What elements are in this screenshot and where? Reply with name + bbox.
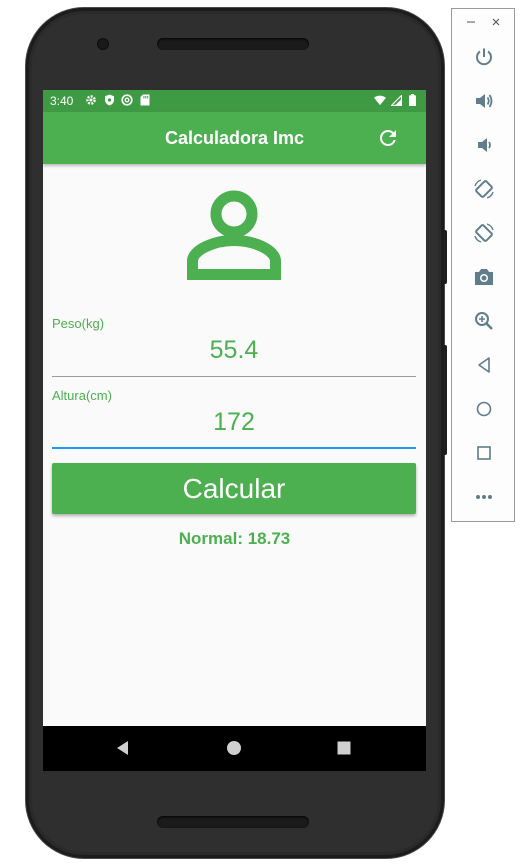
more-icon[interactable] <box>472 485 496 509</box>
status-time: 3:40 <box>50 94 74 108</box>
status-bar: 3:40 <box>43 90 426 112</box>
volume-up-icon[interactable] <box>472 89 496 113</box>
person-outline-icon <box>184 188 284 284</box>
app-bar: Calculadora Imc <box>43 112 426 164</box>
app-title: Calculadora Imc <box>164 128 305 148</box>
bmi-result-text: Normal: 18.73 <box>178 529 291 548</box>
settings-gear-icon <box>85 93 97 107</box>
sync-circle-icon <box>121 93 133 107</box>
close-icon[interactable] <box>491 16 501 30</box>
recents-icon <box>337 741 351 755</box>
front-camera <box>97 38 109 50</box>
battery-icon <box>406 93 418 107</box>
home-icon <box>227 741 241 755</box>
app-screen: 3:40 Calculadora Imc Peso(kg) 55.4 Altur… <box>43 90 426 771</box>
power-side-button <box>442 230 447 284</box>
emulator-toolbar <box>451 8 515 522</box>
signal-icon <box>390 93 402 107</box>
rotate-left-icon[interactable] <box>472 177 496 201</box>
nav-home-button[interactable] <box>224 738 244 758</box>
height-field[interactable]: Altura(cm) 172 <box>52 388 416 450</box>
nav-recents-button[interactable] <box>334 738 354 758</box>
weight-underline <box>52 376 416 377</box>
calculate-button[interactable]: Calcular <box>52 463 416 514</box>
height-input[interactable]: 172 <box>52 408 416 437</box>
back-icon[interactable] <box>472 353 496 377</box>
volume-side-button <box>442 345 447 455</box>
height-underline-focused <box>52 447 416 449</box>
refresh-icon <box>379 129 396 146</box>
power-icon[interactable] <box>472 45 496 69</box>
rotate-right-icon[interactable] <box>472 221 496 245</box>
screenshot-icon[interactable] <box>472 265 496 289</box>
weight-field[interactable]: Peso(kg) 55.4 <box>52 316 416 378</box>
shield-icon <box>103 93 115 107</box>
top-speaker <box>157 38 309 50</box>
bottom-speaker <box>157 816 309 828</box>
zoom-icon[interactable] <box>472 309 496 333</box>
weight-input[interactable]: 55.4 <box>52 336 416 365</box>
volume-down-icon[interactable] <box>472 133 496 157</box>
height-label: Altura(cm) <box>52 388 112 403</box>
sd-card-icon <box>139 93 151 107</box>
wifi-icon <box>374 93 386 107</box>
nav-back-button[interactable] <box>113 738 133 758</box>
status-system-icons <box>374 93 418 107</box>
overview-icon[interactable] <box>472 441 496 465</box>
minimize-icon[interactable] <box>466 16 476 30</box>
navigation-bar <box>43 726 426 771</box>
refresh-button[interactable] <box>376 126 400 150</box>
status-notification-icons <box>85 93 151 107</box>
back-icon <box>117 741 128 755</box>
weight-label: Peso(kg) <box>52 316 105 331</box>
home-icon[interactable] <box>472 397 496 421</box>
